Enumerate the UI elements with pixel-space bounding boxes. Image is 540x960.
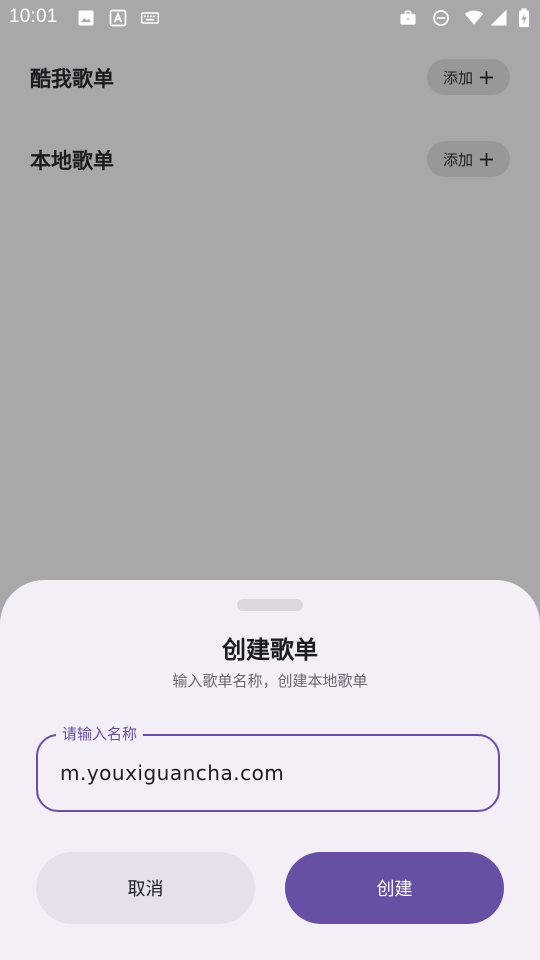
battery-charging-icon	[517, 8, 531, 28]
playlist-name-field[interactable]: 请输入名称	[36, 724, 500, 812]
section-kuwo-playlists: 酷我歌单 添加	[0, 59, 540, 119]
text-a-icon	[108, 8, 128, 28]
wifi-icon	[462, 8, 486, 28]
do-not-disturb-icon	[431, 8, 451, 28]
create-playlist-sheet: 创建歌单 输入歌单名称，创建本地歌单 请输入名称 取消 创建	[0, 580, 540, 960]
sheet-title: 创建歌单	[222, 636, 318, 664]
section-title: 本地歌单	[30, 149, 114, 173]
playlist-name-input[interactable]	[60, 761, 480, 785]
plus-icon	[479, 152, 494, 167]
status-time: 10:01	[9, 6, 58, 27]
status-bar: 10:01	[0, 0, 540, 36]
field-label: 请输入名称	[56, 724, 144, 744]
cancel-button[interactable]: 取消	[36, 852, 255, 924]
add-button[interactable]: 添加	[427, 141, 510, 177]
sheet-subtitle: 输入歌单名称，创建本地歌单	[172, 672, 368, 690]
briefcase-icon	[398, 8, 418, 28]
add-button[interactable]: 添加	[427, 59, 510, 95]
section-title: 酷我歌单	[30, 67, 114, 91]
add-button-label: 添加	[442, 68, 473, 87]
section-local-playlists: 本地歌单 添加	[0, 141, 540, 201]
drag-handle[interactable]	[237, 599, 303, 611]
plus-icon	[479, 70, 494, 85]
add-button-label: 添加	[442, 150, 473, 169]
create-button[interactable]: 创建	[285, 852, 504, 924]
signal-icon	[489, 8, 509, 28]
keyboard-icon	[140, 8, 160, 28]
image-icon	[76, 8, 96, 28]
